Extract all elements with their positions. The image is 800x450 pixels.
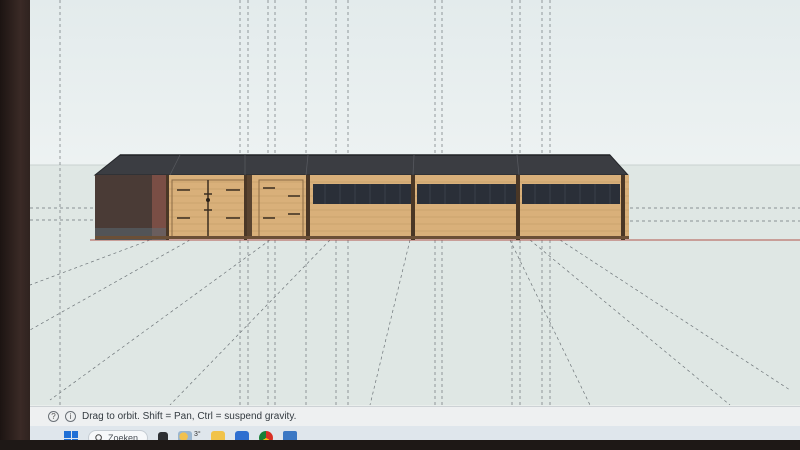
barn-building — [93, 154, 630, 240]
status-hint-text: Drag to orbit. Shift = Pan, Ctrl = suspe… — [82, 411, 297, 422]
base-plate — [95, 236, 629, 239]
monitor-bezel-bottom — [0, 440, 800, 450]
weather-temp: 3° — [194, 430, 201, 438]
monitor-bezel — [0, 0, 34, 450]
3d-viewport[interactable] — [30, 0, 800, 405]
window-bands — [313, 184, 620, 204]
status-bar: ? i Drag to orbit. Shift = Pan, Ctrl = s… — [30, 406, 800, 426]
viewport-canvas[interactable] — [30, 0, 800, 405]
info-circle-icon[interactable]: i — [65, 411, 76, 422]
help-circle-icon[interactable]: ? — [48, 411, 59, 422]
screen: ? i Drag to orbit. Shift = Pan, Ctrl = s… — [30, 0, 800, 445]
